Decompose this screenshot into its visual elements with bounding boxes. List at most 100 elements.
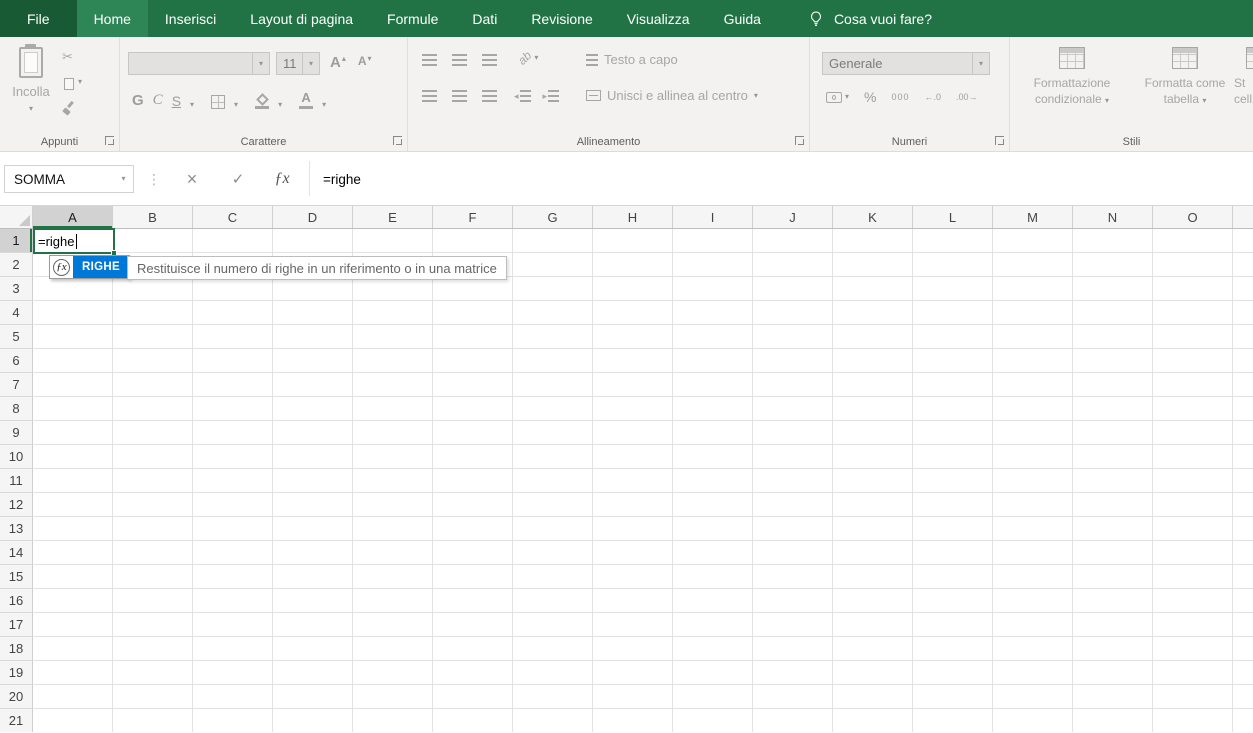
column-header-l[interactable]: L — [913, 206, 993, 228]
row-cells-13[interactable] — [33, 517, 1253, 541]
row-cells-16[interactable] — [33, 589, 1253, 613]
column-header-a[interactable]: A — [33, 206, 113, 228]
underline-caret-icon[interactable]: ▾ — [190, 101, 194, 109]
row-cells-18[interactable] — [33, 637, 1253, 661]
number-dialog-launcher-icon[interactable] — [995, 136, 1004, 145]
tab-dati[interactable]: Dati — [455, 0, 514, 37]
shrink-font-button[interactable]: A▾ — [358, 54, 372, 68]
row-cells-9[interactable] — [33, 421, 1253, 445]
font-size-dropdown[interactable]: ▾ — [302, 53, 319, 74]
merge-center-button[interactable]: Unisci e allinea al centro ▾ — [586, 88, 758, 103]
tab-layout-di-pagina[interactable]: Layout di pagina — [233, 0, 370, 37]
decrease-indent-button[interactable]: ◂ — [514, 90, 531, 102]
format-painter-button[interactable] — [62, 99, 82, 115]
enter-button[interactable]: ✓ — [223, 152, 253, 206]
column-header-b[interactable]: B — [113, 206, 193, 228]
column-header-c[interactable]: C — [193, 206, 273, 228]
formula-bar-resizer[interactable]: ⋮ — [147, 152, 161, 206]
formula-input[interactable]: =righe — [323, 152, 361, 206]
increase-indent-button[interactable]: ▸ — [543, 90, 560, 102]
cell-styles-button[interactable]: St cell — [1234, 47, 1253, 107]
column-header-d[interactable]: D — [273, 206, 353, 228]
cut-button[interactable]: ✂ — [62, 49, 82, 65]
row-cells-5[interactable] — [33, 325, 1253, 349]
alignment-dialog-launcher-icon[interactable] — [795, 136, 804, 145]
tab-home[interactable]: Home — [77, 0, 148, 37]
row-cells-4[interactable] — [33, 301, 1253, 325]
row-cells-15[interactable] — [33, 565, 1253, 589]
row-header-14[interactable]: 14 — [0, 541, 33, 565]
comma-style-button[interactable]: 000 — [891, 92, 909, 102]
row-header-10[interactable]: 10 — [0, 445, 33, 469]
row-cells-8[interactable] — [33, 397, 1253, 421]
name-box-dropdown[interactable]: ▾ — [114, 166, 133, 192]
column-header-o[interactable]: O — [1153, 206, 1233, 228]
font-dialog-launcher-icon[interactable] — [393, 136, 402, 145]
row-cells-20[interactable] — [33, 685, 1253, 709]
align-middle-button[interactable] — [452, 54, 467, 66]
copy-button[interactable]: ▾ — [62, 74, 82, 90]
row-header-21[interactable]: 21 — [0, 709, 33, 732]
column-header-n[interactable]: N — [1073, 206, 1153, 228]
tab-file[interactable]: File — [0, 0, 77, 37]
orientation-button[interactable]: ab ▾ — [518, 51, 538, 65]
font-color-caret-icon[interactable]: ▾ — [322, 101, 326, 109]
number-format-dropdown[interactable]: ▾ — [972, 53, 989, 74]
align-top-button[interactable] — [422, 54, 437, 66]
conditional-formatting-button[interactable]: Formattazione condizionale ▾ — [1016, 47, 1128, 107]
fill-color-button[interactable] — [255, 93, 269, 109]
row-header-2[interactable]: 2 — [0, 253, 33, 277]
row-header-15[interactable]: 15 — [0, 565, 33, 589]
row-header-3[interactable]: 3 — [0, 277, 33, 301]
row-header-1[interactable]: 1 — [0, 229, 33, 253]
row-header-12[interactable]: 12 — [0, 493, 33, 517]
column-header-i[interactable]: I — [673, 206, 753, 228]
accounting-format-button[interactable]: ▾ — [826, 92, 849, 103]
increase-decimal-button[interactable]: ←.0 — [925, 92, 942, 102]
select-all-corner[interactable] — [0, 206, 33, 228]
borders-caret-icon[interactable]: ▾ — [234, 101, 238, 109]
column-header-g[interactable]: G — [513, 206, 593, 228]
percent-style-button[interactable]: % — [864, 89, 876, 105]
row-cells-19[interactable] — [33, 661, 1253, 685]
row-header-18[interactable]: 18 — [0, 637, 33, 661]
tab-inserisci[interactable]: Inserisci — [148, 0, 233, 37]
row-header-17[interactable]: 17 — [0, 613, 33, 637]
align-center-button[interactable] — [452, 90, 467, 102]
grow-font-button[interactable]: A▴ — [330, 54, 346, 71]
row-header-4[interactable]: 4 — [0, 301, 33, 325]
row-header-8[interactable]: 8 — [0, 397, 33, 421]
row-header-13[interactable]: 13 — [0, 517, 33, 541]
row-header-19[interactable]: 19 — [0, 661, 33, 685]
row-cells-12[interactable] — [33, 493, 1253, 517]
font-name-combo[interactable]: ▾ — [128, 52, 270, 75]
column-header-e[interactable]: E — [353, 206, 433, 228]
row-cells-14[interactable] — [33, 541, 1253, 565]
row-cells-10[interactable] — [33, 445, 1253, 469]
row-cells-1[interactable] — [33, 229, 1253, 253]
column-header-f[interactable]: F — [433, 206, 513, 228]
decrease-decimal-button[interactable]: .00→ — [956, 92, 978, 102]
row-header-20[interactable]: 20 — [0, 685, 33, 709]
active-cell-a1[interactable]: =righe — [33, 228, 115, 254]
tab-guida[interactable]: Guida — [707, 0, 778, 37]
paste-button[interactable]: Incolla ▾ — [6, 45, 56, 113]
row-cells-3[interactable] — [33, 277, 1253, 301]
row-cells-7[interactable] — [33, 373, 1253, 397]
font-name-dropdown[interactable]: ▾ — [252, 53, 269, 74]
italic-button[interactable]: C — [153, 92, 163, 109]
align-bottom-button[interactable] — [482, 54, 497, 66]
tab-visualizza[interactable]: Visualizza — [610, 0, 707, 37]
name-box[interactable]: SOMMA ▾ — [4, 165, 134, 193]
clipboard-dialog-launcher-icon[interactable] — [105, 136, 114, 145]
format-as-table-button[interactable]: Formatta come tabella ▾ — [1132, 47, 1238, 107]
row-cells-11[interactable] — [33, 469, 1253, 493]
row-header-11[interactable]: 11 — [0, 469, 33, 493]
font-size-combo[interactable]: 11 ▾ — [276, 52, 320, 75]
row-header-6[interactable]: 6 — [0, 349, 33, 373]
row-header-16[interactable]: 16 — [0, 589, 33, 613]
column-header-h[interactable]: H — [593, 206, 673, 228]
align-right-button[interactable] — [482, 90, 497, 102]
autocomplete-item-righe[interactable]: RIGHE — [73, 256, 129, 278]
borders-icon[interactable] — [211, 95, 225, 109]
